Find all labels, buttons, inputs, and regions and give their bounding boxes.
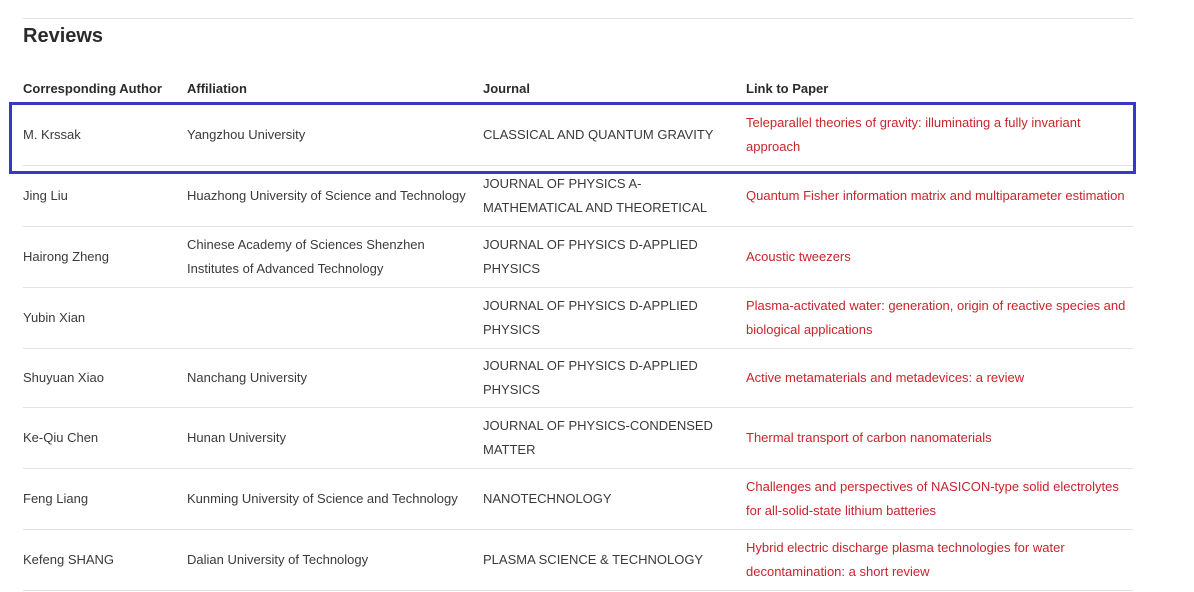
journal-cell: JOURNAL OF PHYSICS D-APPLIED PHYSICS	[483, 226, 746, 288]
table-row: Hairong Zheng Chinese Academy of Science…	[23, 226, 1133, 288]
journal-cell: JOURNAL OF PHYSICS D-APPLIED PHYSICS	[483, 287, 746, 349]
paper-link[interactable]: Active metamaterials and metadevices: a …	[746, 370, 1024, 385]
paper-link[interactable]: Plasma-activated water: generation, orig…	[746, 298, 1125, 337]
header-link-to-paper: Link to Paper	[746, 73, 1133, 105]
table-row: Feng Liang Kunming University of Science…	[23, 468, 1133, 530]
paper-cell: Active metamaterials and metadevices: a …	[746, 348, 1133, 408]
table-row: Jing Liu Huazhong University of Science …	[23, 165, 1133, 227]
author-cell: Yubin Xian	[23, 287, 187, 349]
journal-cell: CLASSICAL AND QUANTUM GRAVITY	[483, 104, 746, 166]
paper-link[interactable]: Quantum Fisher information matrix and mu…	[746, 188, 1125, 203]
journal-cell: JOURNAL OF PHYSICS A-MATHEMATICAL AND TH…	[483, 165, 746, 227]
affiliation-cell: Hunan University	[187, 407, 483, 469]
table-row: Kefeng SHANG Dalian University of Techno…	[23, 529, 1133, 591]
paper-link[interactable]: Teleparallel theories of gravity: illumi…	[746, 115, 1081, 154]
author-cell: Hairong Zheng	[23, 226, 187, 288]
paper-cell: Challenges and perspectives of NASICON-t…	[746, 468, 1133, 530]
header-corresponding-author: Corresponding Author	[23, 73, 187, 105]
top-divider	[23, 18, 1133, 19]
affiliation-cell: Dalian University of Technology	[187, 529, 483, 591]
author-cell: M. Krssak	[23, 104, 187, 166]
journal-cell: JOURNAL OF PHYSICS-CONDENSED MATTER	[483, 407, 746, 469]
journal-cell: PLASMA SCIENCE & TECHNOLOGY	[483, 529, 746, 591]
journal-cell: JOURNAL OF PHYSICS D-APPLIED PHYSICS	[483, 348, 746, 408]
journal-cell: NANOTECHNOLOGY	[483, 468, 746, 530]
affiliation-cell	[187, 287, 483, 349]
affiliation-cell: Kunming University of Science and Techno…	[187, 468, 483, 530]
affiliation-cell: Nanchang University	[187, 348, 483, 408]
table-row: Shuyuan Xiao Nanchang University JOURNAL…	[23, 348, 1133, 408]
affiliation-cell: Huazhong University of Science and Techn…	[187, 165, 483, 227]
paper-cell: Quantum Fisher information matrix and mu…	[746, 165, 1133, 227]
paper-link[interactable]: Challenges and perspectives of NASICON-t…	[746, 479, 1119, 518]
author-cell: Kefeng SHANG	[23, 529, 187, 591]
paper-cell: Hybrid electric discharge plasma technol…	[746, 529, 1133, 591]
paper-link[interactable]: Hybrid electric discharge plasma technol…	[746, 540, 1065, 579]
author-cell: Jing Liu	[23, 165, 187, 227]
table-row: Yubin Xian JOURNAL OF PHYSICS D-APPLIED …	[23, 287, 1133, 349]
paper-cell: Thermal transport of carbon nanomaterial…	[746, 407, 1133, 469]
author-cell: Shuyuan Xiao	[23, 348, 187, 408]
header-affiliation: Affiliation	[187, 73, 483, 105]
affiliation-cell: Chinese Academy of Sciences Shenzhen Ins…	[187, 226, 483, 288]
author-cell: Ke-Qiu Chen	[23, 407, 187, 469]
table-header-row: Corresponding Author Affiliation Journal…	[23, 73, 1133, 105]
paper-cell: Teleparallel theories of gravity: illumi…	[746, 104, 1133, 166]
reviews-table: Corresponding Author Affiliation Journal…	[23, 73, 1133, 591]
affiliation-cell: Yangzhou University	[187, 104, 483, 166]
paper-link[interactable]: Acoustic tweezers	[746, 249, 851, 264]
table-row: Ke-Qiu Chen Hunan University JOURNAL OF …	[23, 407, 1133, 469]
paper-cell: Acoustic tweezers	[746, 226, 1133, 288]
paper-link[interactable]: Thermal transport of carbon nanomaterial…	[746, 430, 992, 445]
paper-cell: Plasma-activated water: generation, orig…	[746, 287, 1133, 349]
section-title: Reviews	[23, 25, 104, 47]
table-row: M. Krssak Yangzhou University CLASSICAL …	[23, 104, 1133, 166]
header-journal: Journal	[483, 73, 746, 105]
author-cell: Feng Liang	[23, 468, 187, 530]
